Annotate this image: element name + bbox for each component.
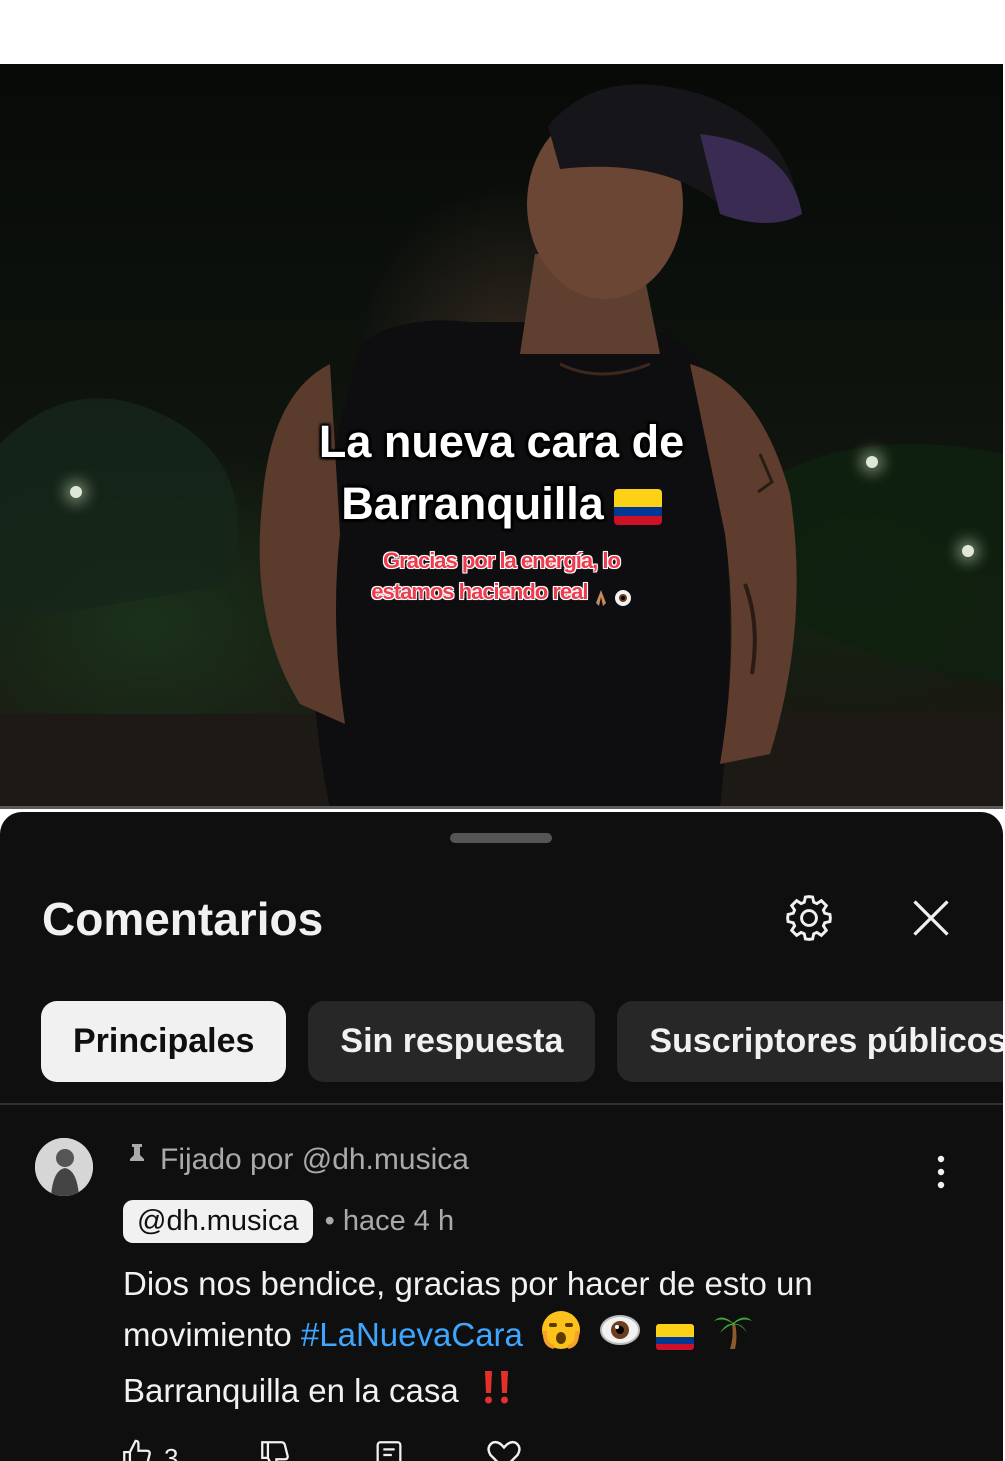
colombia-flag-icon xyxy=(656,1324,695,1351)
eye-icon xyxy=(614,584,632,607)
reply-icon xyxy=(372,1438,406,1461)
praying-hands-icon xyxy=(593,584,609,607)
like-button[interactable]: 3 xyxy=(120,1438,178,1461)
close-icon xyxy=(909,896,953,945)
comment-body: Dios nos bendice, gracias por hacer de e… xyxy=(123,1258,963,1421)
video-progress-bar[interactable] xyxy=(0,806,1003,809)
pin-icon xyxy=(126,1142,148,1178)
subtitle-line-2: estamos haciendo real xyxy=(0,576,1003,607)
video-player[interactable]: La nueva cara de Barranquilla Gracias po… xyxy=(0,64,1003,809)
close-button[interactable] xyxy=(896,885,966,955)
settings-gear-icon xyxy=(782,891,836,950)
video-caption-title: La nueva cara de Barranquilla xyxy=(0,411,1003,535)
colombia-flag-icon xyxy=(613,489,662,526)
thumb-down-icon xyxy=(258,1438,292,1461)
chip-suscriptores-publicos[interactable]: Suscriptores públicos xyxy=(617,1001,1003,1082)
video-caption-subtitle: Gracias por la energía, lo estamos hacie… xyxy=(0,545,1003,607)
avatar-figure-icon xyxy=(35,1138,93,1196)
comment-line-3-text: Barranquilla en la casa xyxy=(123,1372,459,1410)
filter-divider xyxy=(0,1103,1003,1105)
comment-line-2: movimiento #LaNuevaCara xyxy=(123,1309,963,1365)
eye-icon xyxy=(599,1309,641,1365)
palm-tree-icon xyxy=(712,1309,754,1365)
pinned-by-text: Fijado por @dh.musica xyxy=(160,1143,469,1176)
double-exclamation-icon xyxy=(476,1367,516,1421)
dislike-button[interactable] xyxy=(258,1438,292,1461)
pinned-label: Fijado por @dh.musica xyxy=(126,1142,469,1178)
comment-line-1: Dios nos bendice, gracias por hacer de e… xyxy=(123,1265,813,1302)
drag-handle[interactable] xyxy=(450,833,552,843)
more-vert-icon xyxy=(937,1155,945,1194)
comments-sheet: Comentarios Principales Sin respuesta Su… xyxy=(0,812,1003,1461)
commenter-avatar[interactable] xyxy=(35,1138,93,1196)
comment-meta: @dh.musica • hace 4 h xyxy=(123,1200,454,1243)
hashtag-link[interactable]: #LaNuevaCara xyxy=(301,1316,523,1353)
comment-author-badge[interactable]: @dh.musica xyxy=(123,1200,313,1243)
heart-button[interactable] xyxy=(486,1438,522,1461)
comments-title: Comentarios xyxy=(42,893,324,945)
like-count: 3 xyxy=(164,1443,179,1461)
comment-line-2-text: movimiento xyxy=(123,1316,292,1353)
caption-line-2: Barranquilla xyxy=(0,473,1003,535)
comment-filter-chips: Principales Sin respuesta Suscriptores p… xyxy=(41,1001,1003,1082)
caption-line-1: La nueva cara de xyxy=(318,416,685,467)
comment-line-3: Barranquilla en la casa xyxy=(123,1365,963,1420)
subtitle-line-2-text: estamos haciendo real xyxy=(371,579,588,604)
reply-button[interactable] xyxy=(372,1438,406,1461)
comment-timestamp: • hace 4 h xyxy=(324,1205,455,1237)
settings-button[interactable] xyxy=(774,885,844,955)
comment-more-button[interactable] xyxy=(915,1150,967,1198)
thumb-up-icon xyxy=(120,1438,154,1461)
chip-sin-respuesta[interactable]: Sin respuesta xyxy=(308,1001,596,1082)
subtitle-line-1: Gracias por la energía, lo xyxy=(383,548,621,573)
comment-actions: 3 xyxy=(120,1438,522,1461)
astonished-face-icon xyxy=(540,1309,582,1365)
heart-icon xyxy=(486,1438,522,1461)
chip-principales[interactable]: Principales xyxy=(41,1001,287,1082)
caption-line-2-text: Barranquilla xyxy=(341,478,604,529)
